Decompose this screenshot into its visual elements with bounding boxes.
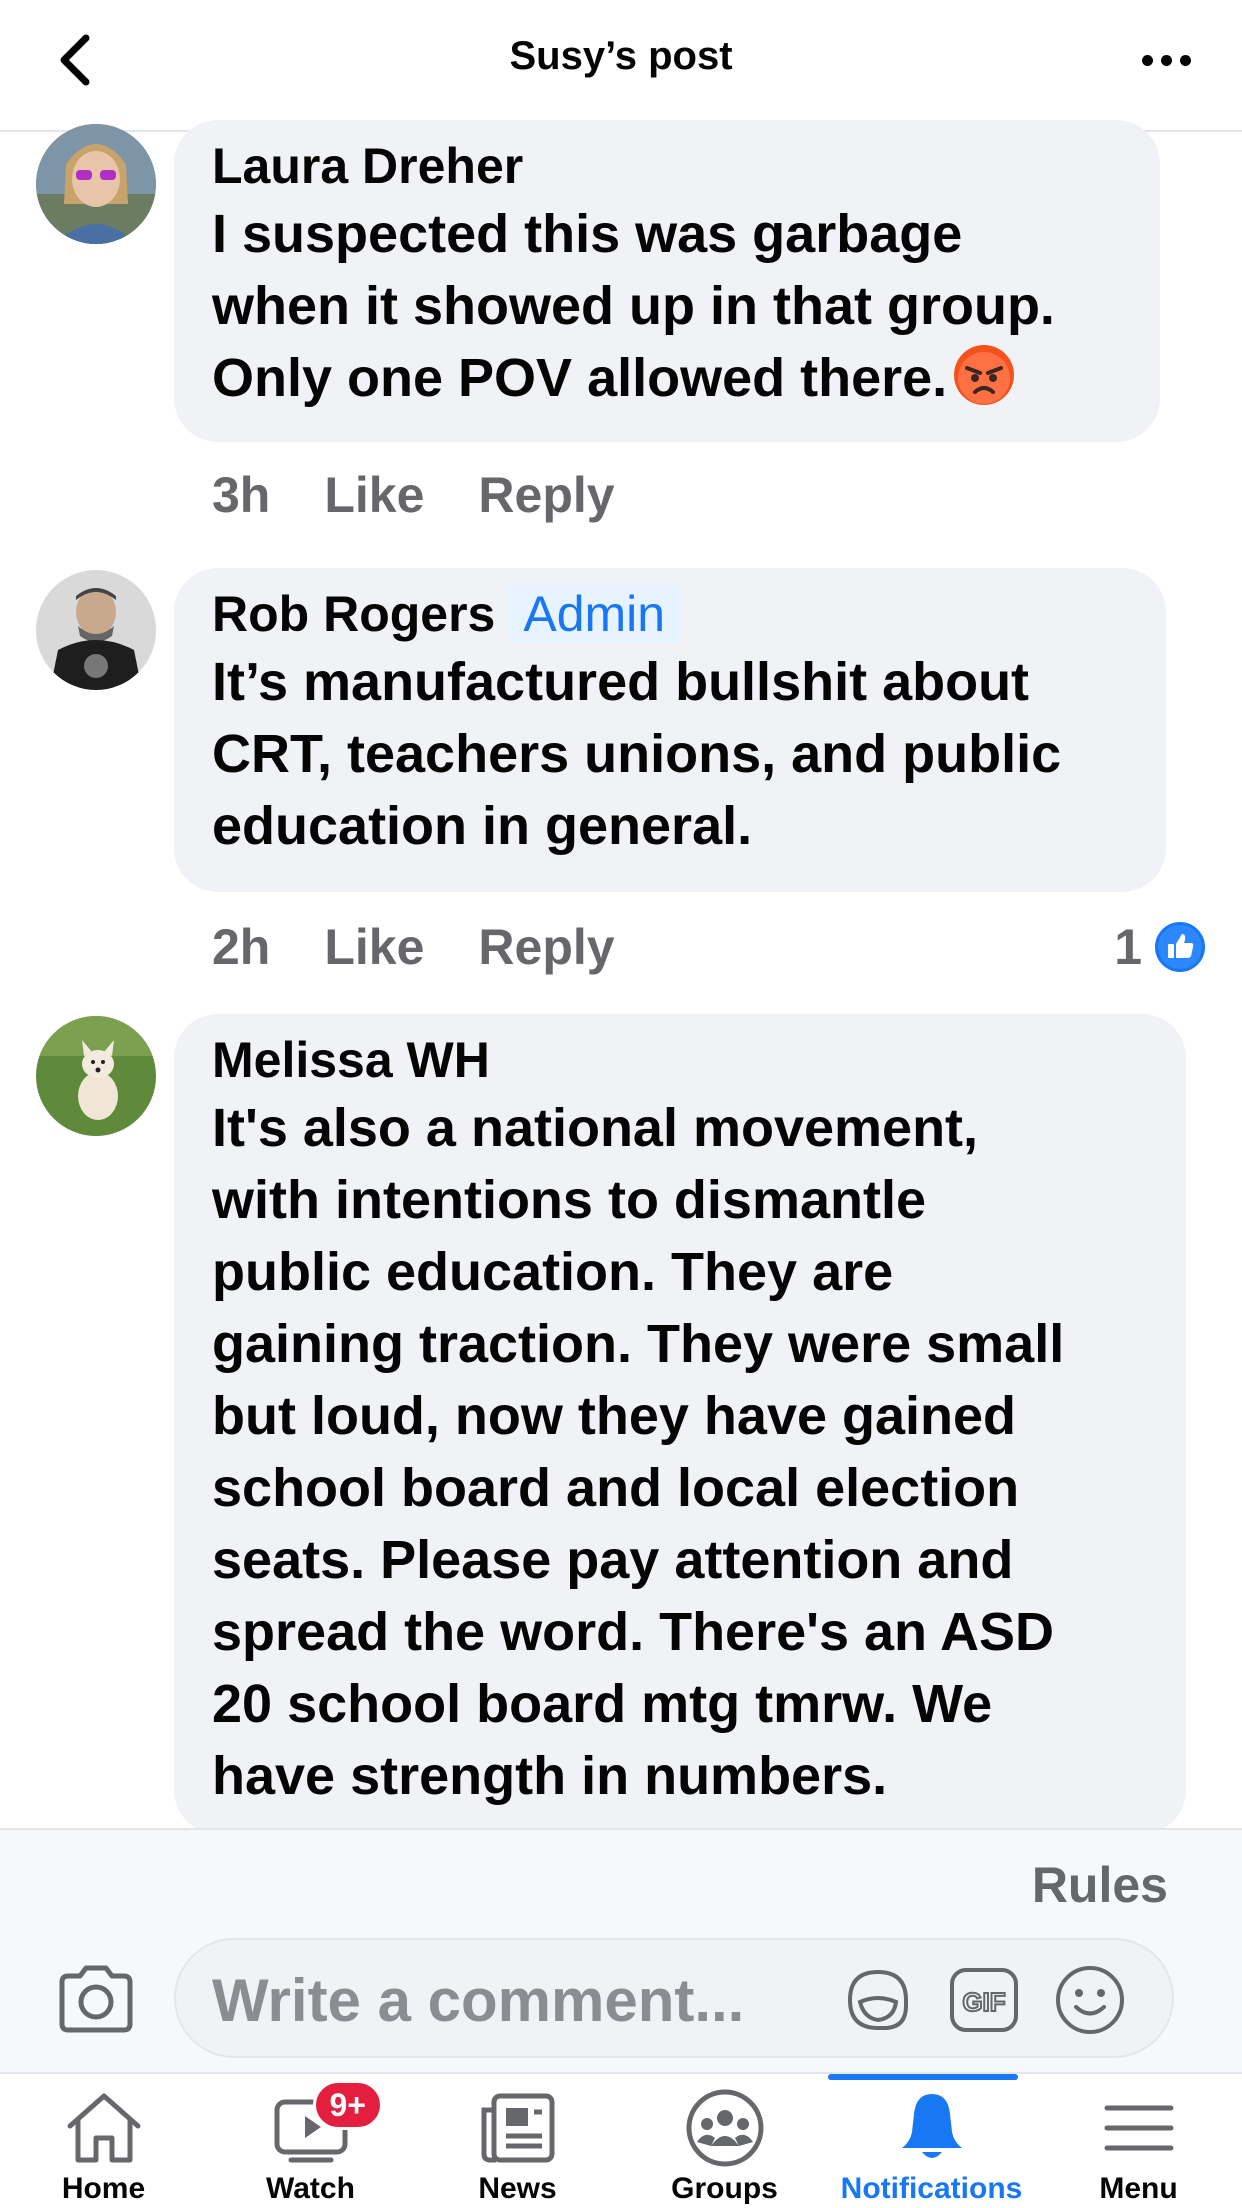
comment-bubble[interactable]: Rob Rogers Admin It’s manufactured bulls… <box>174 568 1166 892</box>
comment-line: with intentions to dismantle <box>212 1170 926 1230</box>
comment-composer: Rules Write a comment... GIF <box>0 1828 1242 2072</box>
reaction-count: 1 <box>1114 919 1142 975</box>
comment-line: spread the word. There's an ASD <box>212 1602 1055 1662</box>
avatar-image <box>36 124 156 244</box>
comment-author[interactable]: Laura Dreher <box>212 134 1124 198</box>
comment-text: It's also a national movement, with inte… <box>212 1092 1150 1812</box>
notification-badge: 9+ <box>312 2080 383 2130</box>
comment-line: 20 school board mtg tmrw. We <box>212 1674 993 1734</box>
comment-text: I suspected this was garbage when it sho… <box>212 198 1124 414</box>
author-name[interactable]: Laura Dreher <box>212 134 523 198</box>
camera-icon <box>59 1965 133 2033</box>
svg-text:GIF: GIF <box>962 1987 1005 2017</box>
tab-news[interactable]: News <box>414 2074 621 2208</box>
tab-watch[interactable]: 9+ Watch <box>207 2074 414 2208</box>
camera-button[interactable] <box>56 1962 136 2034</box>
gif-icon[interactable]: GIF <box>946 1962 1022 2038</box>
tab-label: Groups <box>671 2172 778 2205</box>
comment-line: when it showed up in that group. <box>212 276 1055 336</box>
comment-author[interactable]: Rob Rogers Admin <box>212 582 1130 646</box>
post-header: Susy’s post <box>0 0 1242 132</box>
tab-notifications[interactable]: Notifications <box>828 2074 1035 2208</box>
page-title: Susy’s post <box>509 34 733 78</box>
angry-face-icon <box>954 345 1015 405</box>
tab-label: Watch <box>266 2172 355 2205</box>
emoji-icon[interactable] <box>1052 1962 1128 2038</box>
tab-label: News <box>478 2172 557 2205</box>
comment-author[interactable]: Melissa WH <box>212 1028 1150 1092</box>
tab-home[interactable]: Home <box>0 2074 207 2208</box>
groups-icon <box>683 2088 767 2168</box>
comment-time: 3h <box>212 467 271 523</box>
bottom-tab-bar: Home 9+ Watch News Groups Notifications … <box>0 2072 1242 2208</box>
rules-link[interactable]: Rules <box>1032 1856 1168 1914</box>
comment-meta: 3h Like Reply <box>212 460 615 530</box>
reaction-summary[interactable]: 1 <box>1114 912 1206 982</box>
comment-line: education in general. <box>212 796 753 856</box>
comment-meta: 2h Like Reply <box>212 912 615 982</box>
avatar[interactable] <box>36 124 156 244</box>
more-dot <box>1160 54 1172 66</box>
comment-line: school board and local election <box>212 1458 1020 1518</box>
comment-line-text: Only one POV allowed there. <box>212 348 948 408</box>
avatar[interactable] <box>36 570 156 690</box>
author-name[interactable]: Rob Rogers <box>212 582 495 646</box>
more-dot <box>1141 54 1153 66</box>
comment-line: seats. Please pay attention and <box>212 1530 1014 1590</box>
more-dot <box>1179 54 1191 66</box>
avatar-image <box>36 570 156 690</box>
comment-line: Only one POV allowed there. <box>212 342 1124 414</box>
comment-time: 2h <box>212 919 271 975</box>
comment-line: I suspected this was garbage <box>212 204 963 264</box>
more-options-button[interactable] <box>1134 40 1198 80</box>
tab-groups[interactable]: Groups <box>621 2074 828 2208</box>
comment-line: public education. They are <box>212 1242 894 1302</box>
tab-label: Menu <box>1099 2172 1178 2205</box>
comment-line: It's also a national movement, <box>212 1098 979 1158</box>
like-reaction-icon <box>1155 922 1205 972</box>
author-name[interactable]: Melissa WH <box>212 1028 490 1092</box>
avatar-image <box>36 1016 156 1136</box>
news-icon <box>476 2088 560 2168</box>
comment-bubble[interactable]: Laura Dreher I suspected this was garbag… <box>174 120 1160 442</box>
comment-line: but loud, now they have gained <box>212 1386 1017 1446</box>
admin-badge: Admin <box>507 584 682 644</box>
tab-label: Home <box>61 2172 146 2205</box>
reply-button[interactable]: Reply <box>478 466 614 524</box>
tab-menu[interactable]: Menu <box>1035 2074 1242 2208</box>
comment-bubble[interactable]: Melissa WH It's also a national movement… <box>174 1014 1186 1834</box>
comment-placeholder: Write a comment... <box>212 1967 745 2034</box>
avatar[interactable] <box>36 1016 156 1136</box>
comment-line: gaining traction. They were small <box>212 1314 1065 1374</box>
bell-icon <box>890 2088 974 2168</box>
sticker-icon[interactable] <box>840 1962 916 2038</box>
watch-icon: 9+ <box>269 2080 383 2168</box>
reply-button[interactable]: Reply <box>478 918 614 976</box>
like-button[interactable]: Like <box>324 466 424 524</box>
comment-line: have strength in numbers. <box>212 1746 888 1806</box>
tab-label: Notifications <box>840 2172 1023 2205</box>
menu-icon <box>1097 2088 1181 2168</box>
comment-text: It’s manufactured bullshit about CRT, te… <box>212 646 1130 862</box>
like-button[interactable]: Like <box>324 918 424 976</box>
comment-input[interactable]: Write a comment... GIF <box>174 1938 1174 2058</box>
home-icon <box>62 2088 146 2168</box>
comment-line: It’s manufactured bullshit about <box>212 652 1030 712</box>
comment-line: CRT, teachers unions, and public <box>212 724 1062 784</box>
